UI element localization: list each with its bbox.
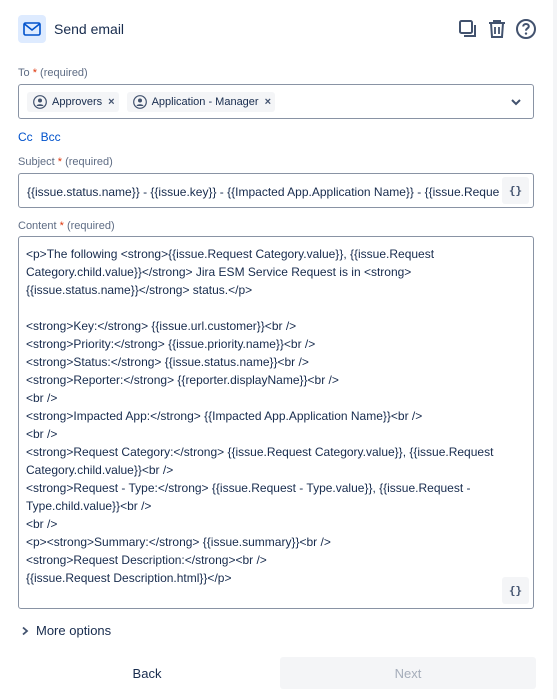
rule-header: Send email xyxy=(18,14,539,44)
recipient-chip: Approvers × xyxy=(27,91,119,112)
required-star: * xyxy=(59,220,64,232)
more-options-label: More options xyxy=(36,623,112,638)
smart-value-button[interactable]: {} xyxy=(502,577,529,604)
subject-label: Subject * (required) xyxy=(18,156,113,168)
back-button[interactable]: Back xyxy=(18,657,276,689)
cc-bcc-links: Cc Bcc xyxy=(18,130,61,144)
subject-value[interactable]: {{issue.status.name}} - {{issue.key}} - … xyxy=(27,185,499,199)
required-star: * xyxy=(32,67,37,79)
required-star: * xyxy=(57,156,63,168)
mail-icon xyxy=(18,15,46,43)
content-value[interactable]: <p>The following <strong>{{issue.Request… xyxy=(26,245,516,587)
more-options-toggle[interactable]: More options xyxy=(20,623,111,638)
remove-recipient-button[interactable]: × xyxy=(108,96,114,108)
chevron-down-icon[interactable] xyxy=(509,95,523,109)
header-actions xyxy=(457,18,539,40)
person-icon xyxy=(132,94,147,109)
cc-link[interactable]: Cc xyxy=(18,130,33,144)
to-label: To * (required) xyxy=(18,67,88,79)
delete-icon[interactable] xyxy=(486,18,508,40)
duplicate-icon[interactable] xyxy=(457,18,479,40)
next-button[interactable]: Next xyxy=(280,657,536,689)
recipient-chip: Application - Manager × xyxy=(126,91,276,112)
to-field[interactable]: Approvers × Application - Manager × xyxy=(18,84,534,119)
bcc-link[interactable]: Bcc xyxy=(41,130,61,144)
recipient-label: Approvers xyxy=(52,95,103,108)
scrollbar[interactable] xyxy=(553,0,557,699)
person-icon xyxy=(33,94,47,109)
subject-input[interactable]: {{issue.status.name}} - {{issue.key}} - … xyxy=(18,173,534,208)
help-icon[interactable] xyxy=(515,18,537,40)
remove-recipient-button[interactable]: × xyxy=(265,96,271,108)
content-textarea[interactable]: <p>The following <strong>{{issue.Request… xyxy=(18,236,534,609)
recipient-label: Application - Manager xyxy=(151,95,259,108)
chevron-right-icon xyxy=(22,626,29,635)
smart-value-button[interactable]: {} xyxy=(502,177,529,204)
content-label: Content * (required) xyxy=(18,220,115,232)
page-title: Send email xyxy=(54,21,125,37)
